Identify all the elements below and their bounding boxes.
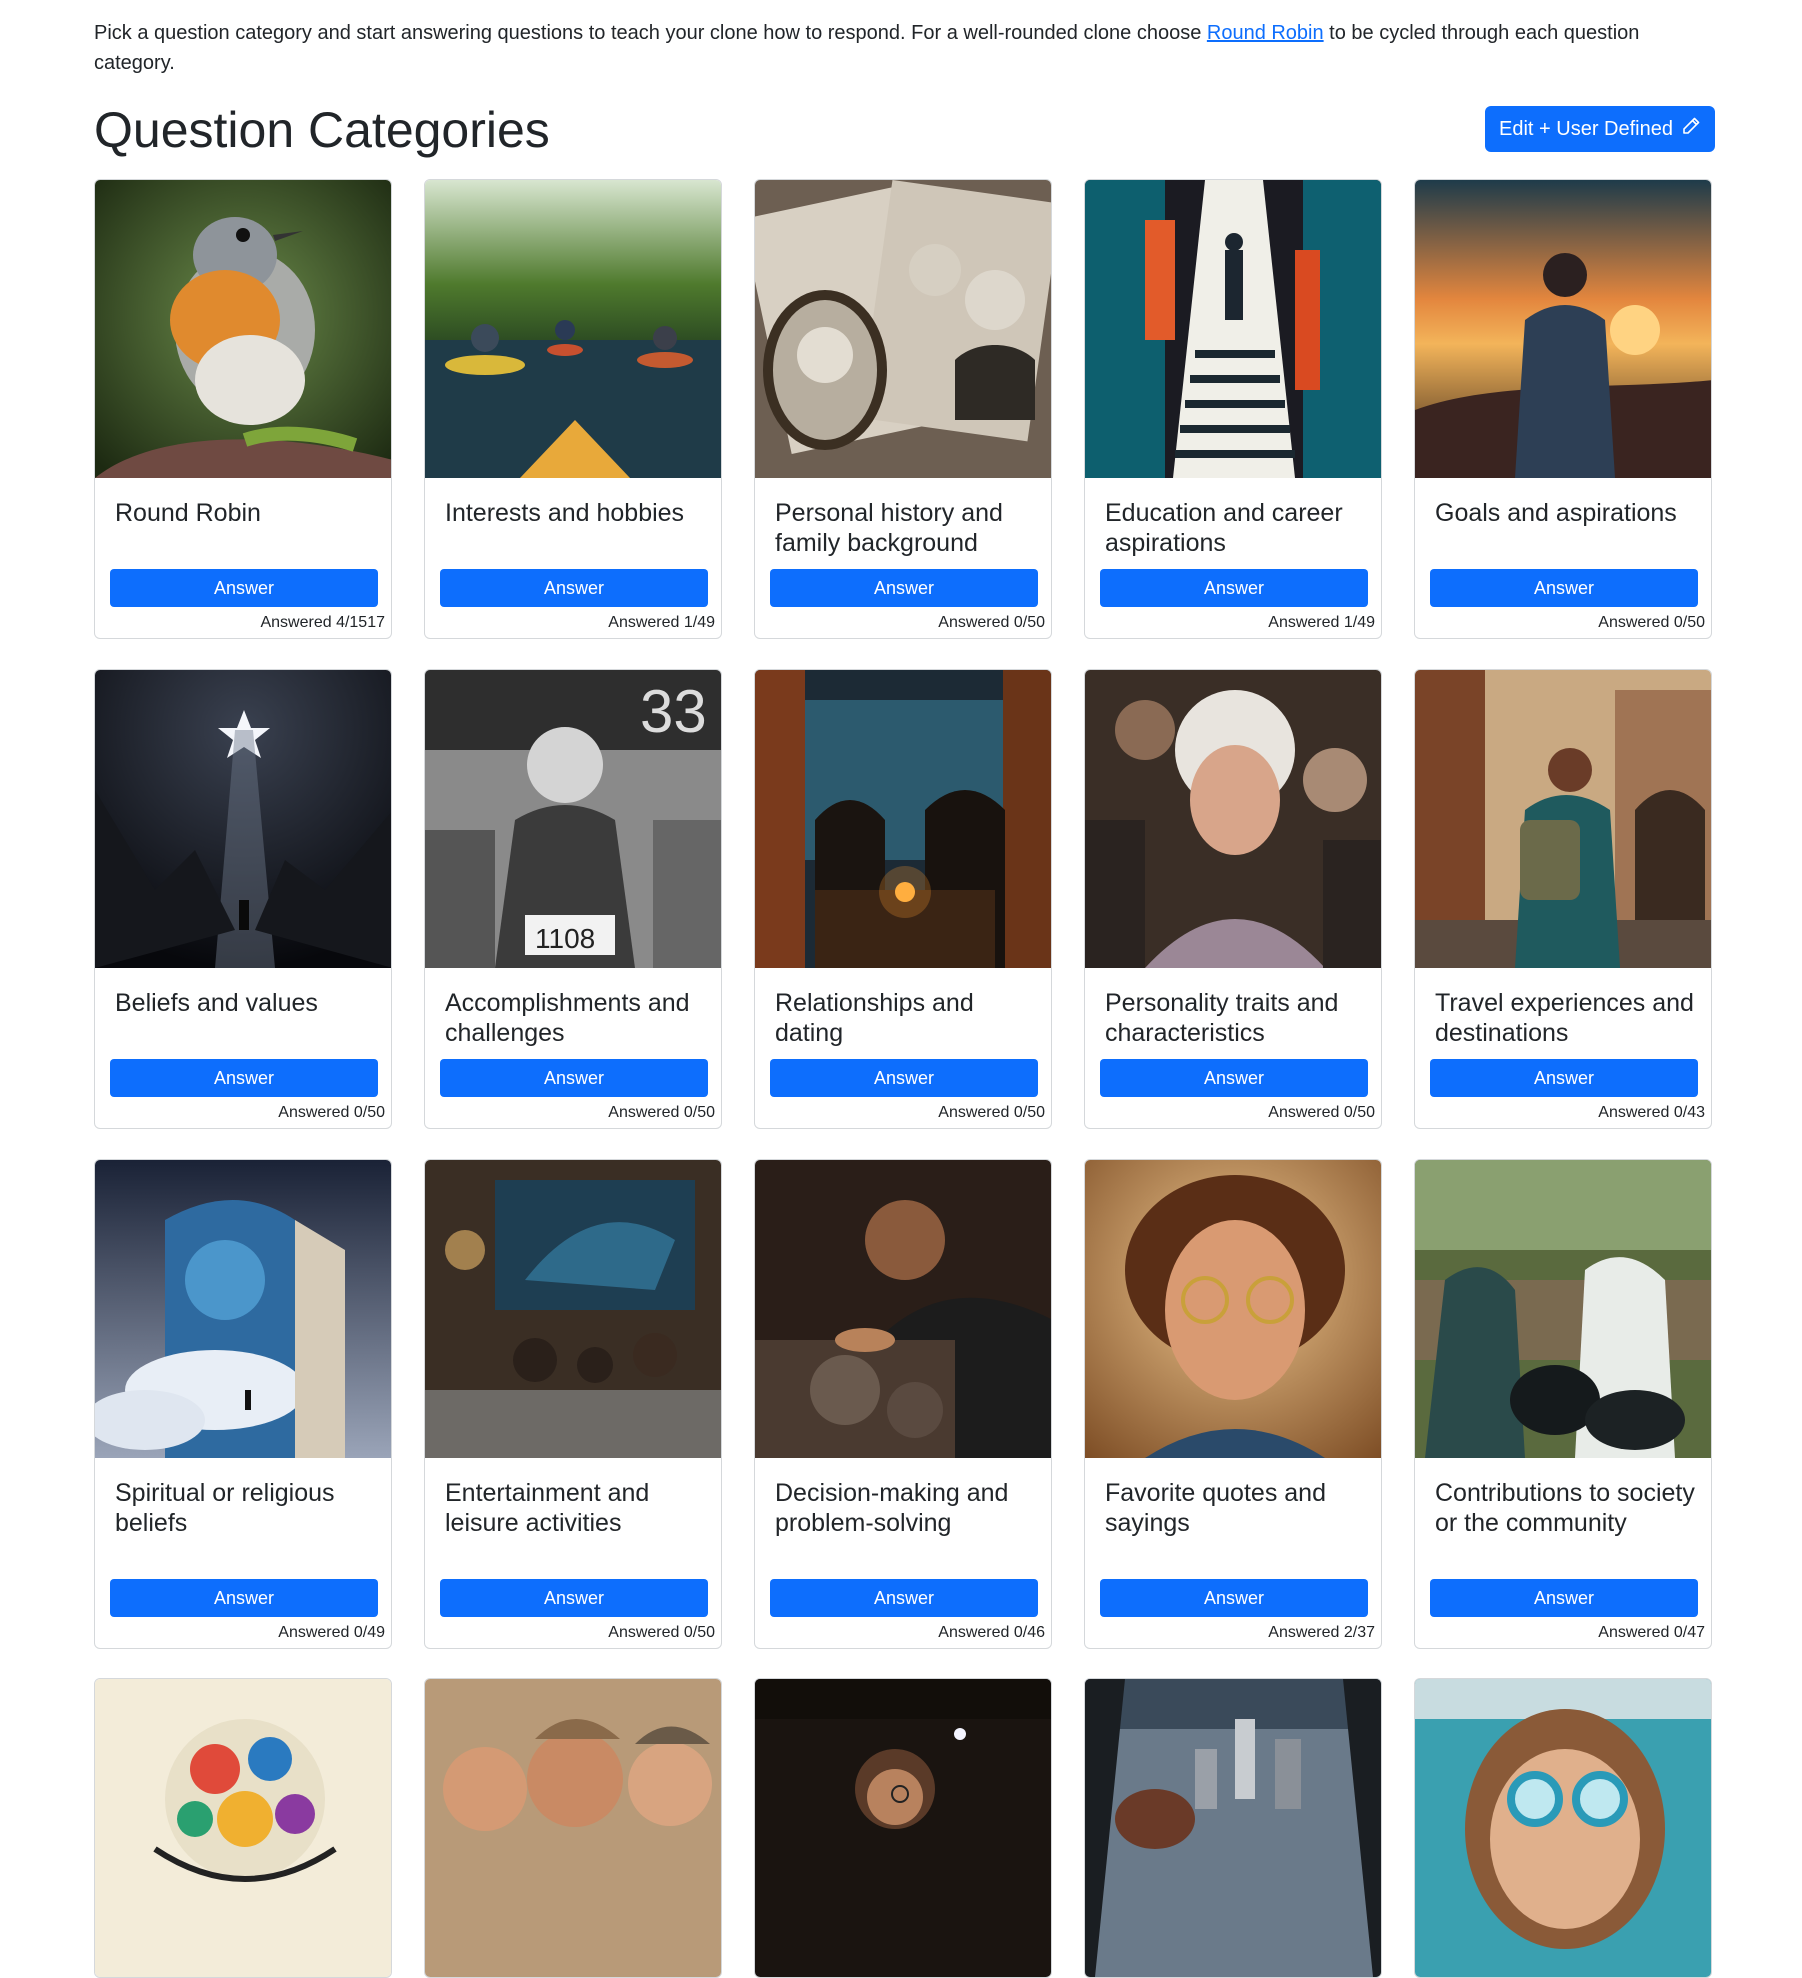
answer-button[interactable]: Answer <box>440 569 708 607</box>
laughing-woman-photo <box>1085 670 1381 968</box>
category-title: Accomplishments and challenges <box>445 989 690 1047</box>
person-at-sunset-photo <box>1415 180 1711 478</box>
answered-count: Answered 0/50 <box>1598 614 1705 631</box>
category-card: Personal history and family background A… <box>754 179 1052 639</box>
category-card: Decision-making and problem-solving Answ… <box>754 1159 1052 1649</box>
answered-count: Answered 0/50 <box>938 614 1045 631</box>
category-card: Contributions to society or the communit… <box>1414 1159 1712 1649</box>
mechanic-engine-photo <box>755 1160 1051 1458</box>
robin-bird-photo <box>95 180 391 478</box>
laughing-friends-photo <box>425 1679 721 1977</box>
man-with-glasses-portrait <box>1085 1160 1381 1458</box>
category-card: 33 1108 Accomplishments and challenges A… <box>424 669 722 1129</box>
colorful-globe-art <box>95 1679 391 1977</box>
svg-text:33: 33 <box>640 678 707 745</box>
category-card: Interests and hobbies Answer Answered 1/… <box>424 179 722 639</box>
intro-text: Pick a question category and start answe… <box>94 18 1714 78</box>
runner-finishing-race-photo: 33 1108 <box>425 670 721 968</box>
category-title: Round Robin <box>115 499 261 527</box>
answered-count: Answered 0/50 <box>608 1624 715 1641</box>
answer-button[interactable]: Answer <box>1100 1579 1368 1617</box>
answered-count: Answered 0/49 <box>278 1624 385 1641</box>
kayakers-river-photo <box>425 180 721 478</box>
answer-button[interactable]: Answer <box>110 1059 378 1097</box>
answer-button[interactable]: Answer <box>1430 1579 1698 1617</box>
answer-button[interactable]: Answer <box>110 1579 378 1617</box>
answer-button[interactable]: Answer <box>110 569 378 607</box>
answered-count: Answered 0/43 <box>1598 1104 1705 1121</box>
category-card <box>94 1678 392 1978</box>
category-title: Entertainment and leisure activities <box>445 1479 650 1537</box>
man-climbing-stairs-art <box>1085 180 1381 478</box>
category-card <box>1414 1678 1712 1978</box>
answered-count: Answered 1/49 <box>608 614 715 631</box>
category-card: Spiritual or religious beliefs Answer An… <box>94 1159 392 1649</box>
backpacker-old-city-photo <box>1415 670 1711 968</box>
volunteers-cleanup-photo <box>1415 1160 1711 1458</box>
category-card: Round Robin Answer Answered 4/1517 <box>94 179 392 639</box>
answered-count: Answered 0/50 <box>608 1104 715 1121</box>
edit-user-defined-button[interactable]: Edit + User Defined <box>1485 106 1715 152</box>
answer-button[interactable]: Answer <box>1100 569 1368 607</box>
answered-count: Answered 0/50 <box>278 1104 385 1121</box>
category-title: Beliefs and values <box>115 989 318 1017</box>
category-card <box>1084 1678 1382 1978</box>
answered-count: Answered 2/37 <box>1268 1624 1375 1641</box>
answered-count: Answered 1/49 <box>1268 614 1375 631</box>
answer-button[interactable]: Answer <box>770 1059 1038 1097</box>
category-card: Favorite quotes and sayings Answer Answe… <box>1084 1159 1382 1649</box>
category-card: Personality traits and characteristics A… <box>1084 669 1382 1129</box>
edit-button-label: Edit + User Defined <box>1499 117 1673 140</box>
page-title: Question Categories <box>94 102 550 158</box>
answer-button[interactable]: Answer <box>1430 1059 1698 1097</box>
answer-button[interactable]: Answer <box>770 569 1038 607</box>
category-card: Travel experiences and destinations Answ… <box>1414 669 1712 1129</box>
answer-button[interactable]: Answer <box>1430 569 1698 607</box>
category-title: Contributions to society or the communit… <box>1435 1479 1695 1537</box>
category-title: Personality traits and characteristics <box>1105 989 1339 1047</box>
answer-button[interactable]: Answer <box>440 1579 708 1617</box>
answer-button[interactable]: Answer <box>770 1579 1038 1617</box>
category-title: Education and career aspirations <box>1105 499 1343 557</box>
category-title: Decision-making and problem-solving <box>775 1479 1009 1537</box>
pencil-icon <box>1681 116 1701 142</box>
answered-count: Answered 0/47 <box>1598 1624 1705 1641</box>
city-aerial-view-photo <box>1085 1679 1381 1977</box>
svg-text:1108: 1108 <box>535 923 595 954</box>
answered-count: Answered 4/1517 <box>260 614 385 631</box>
woman-reading-night-photo <box>755 1679 1051 1977</box>
answer-button[interactable]: Answer <box>1100 1059 1368 1097</box>
category-card: Beliefs and values Answer Answered 0/50 <box>94 669 392 1129</box>
category-title: Favorite quotes and sayings <box>1105 1479 1326 1537</box>
star-over-mountains-photo <box>95 670 391 968</box>
round-robin-link[interactable]: Round Robin <box>1207 22 1324 44</box>
answered-count: Answered 0/50 <box>938 1104 1045 1121</box>
child-with-goggles-photo <box>1415 1679 1711 1977</box>
answer-button[interactable]: Answer <box>440 1059 708 1097</box>
category-title: Goals and aspirations <box>1435 499 1677 527</box>
category-title: Travel experiences and destinations <box>1435 989 1694 1047</box>
category-card: Relationships and dating Answer Answered… <box>754 669 1052 1129</box>
category-card: Entertainment and leisure activities Ans… <box>424 1159 722 1649</box>
answered-count: Answered 0/50 <box>1268 1104 1375 1121</box>
door-to-cosmos-art <box>95 1160 391 1458</box>
category-title: Personal history and family background <box>775 499 1003 557</box>
category-card <box>424 1678 722 1978</box>
category-card <box>754 1678 1052 1978</box>
intro-text-before: Pick a question category and start answe… <box>94 22 1207 44</box>
answered-count: Answered 0/46 <box>938 1624 1045 1641</box>
couple-candlelit-dinner-photo <box>755 670 1051 968</box>
family-watching-tv-photo <box>425 1160 721 1458</box>
category-card: Goals and aspirations Answer Answered 0/… <box>1414 179 1712 639</box>
category-title: Relationships and dating <box>775 989 974 1047</box>
vintage-family-portraits-photo <box>755 180 1051 478</box>
category-title: Interests and hobbies <box>445 499 685 527</box>
category-card: Education and career aspirations Answer … <box>1084 179 1382 639</box>
category-title: Spiritual or religious beliefs <box>115 1479 335 1537</box>
